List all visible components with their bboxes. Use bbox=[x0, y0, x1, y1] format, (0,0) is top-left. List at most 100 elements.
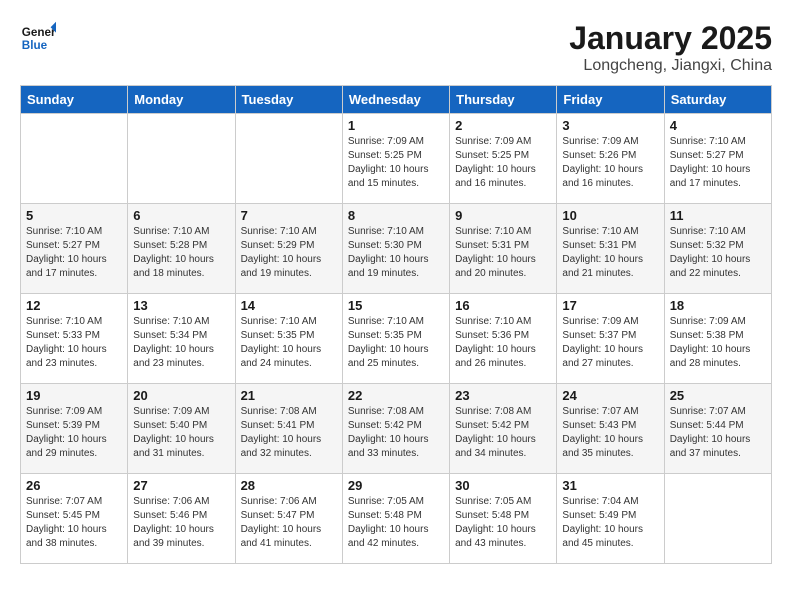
day-number: 20 bbox=[133, 388, 229, 403]
day-number: 27 bbox=[133, 478, 229, 493]
day-info: Sunrise: 7:05 AM Sunset: 5:48 PM Dayligh… bbox=[455, 495, 551, 551]
calendar-week-row: 26Sunrise: 7:07 AM Sunset: 5:45 PM Dayli… bbox=[21, 474, 772, 564]
table-row: 20 Sunrise: 7:09 AM Sunset: 5:40 PM Dayli… bbox=[128, 384, 235, 474]
svg-text:General: General bbox=[22, 26, 56, 39]
calendar-table: Sunday Monday Tuesday Wednesday Thursday… bbox=[20, 85, 772, 564]
day-info: Sunrise: 7:10 AM Sunset: 5:35 PM Dayligh… bbox=[348, 315, 444, 371]
day-info: Sunrise: 7:07 AM Sunset: 5:44 PM Dayligh… bbox=[670, 405, 766, 461]
day-number: 21 bbox=[241, 388, 337, 403]
day-info: Sunrise: 7:10 AM Sunset: 5:31 PM Dayligh… bbox=[562, 225, 658, 281]
day-number: 8 bbox=[348, 208, 444, 223]
title-section: January 2025 Longcheng, Jiangxi, China bbox=[569, 20, 772, 75]
day-info: Sunrise: 7:08 AM Sunset: 5:42 PM Dayligh… bbox=[455, 405, 551, 461]
day-info: Sunrise: 7:09 AM Sunset: 5:40 PM Dayligh… bbox=[133, 405, 229, 461]
calendar-header-row: Sunday Monday Tuesday Wednesday Thursday… bbox=[21, 86, 772, 114]
day-info: Sunrise: 7:10 AM Sunset: 5:33 PM Dayligh… bbox=[26, 315, 122, 371]
day-info: Sunrise: 7:04 AM Sunset: 5:49 PM Dayligh… bbox=[562, 495, 658, 551]
logo: General Blue bbox=[20, 20, 56, 56]
day-info: Sunrise: 7:10 AM Sunset: 5:32 PM Dayligh… bbox=[670, 225, 766, 281]
table-row: 3 Sunrise: 7:09 AM Sunset: 5:26 PM Daylig… bbox=[557, 114, 664, 204]
table-row: 8 Sunrise: 7:10 AM Sunset: 5:30 PM Daylig… bbox=[342, 204, 449, 294]
table-row bbox=[235, 114, 342, 204]
table-row: 27Sunrise: 7:06 AM Sunset: 5:46 PM Dayli… bbox=[128, 474, 235, 564]
day-number: 11 bbox=[670, 208, 766, 223]
table-row: 5 Sunrise: 7:10 AM Sunset: 5:27 PM Daylig… bbox=[21, 204, 128, 294]
day-number: 28 bbox=[241, 478, 337, 493]
day-info: Sunrise: 7:08 AM Sunset: 5:42 PM Dayligh… bbox=[348, 405, 444, 461]
day-number: 19 bbox=[26, 388, 122, 403]
table-row: 1Sunrise: 7:09 AM Sunset: 5:25 PM Daylig… bbox=[342, 114, 449, 204]
table-row: 17Sunrise: 7:09 AM Sunset: 5:37 PM Dayli… bbox=[557, 294, 664, 384]
table-row: 19 Sunrise: 7:09 AM Sunset: 5:39 PM Dayli… bbox=[21, 384, 128, 474]
table-row: 10 Sunrise: 7:10 AM Sunset: 5:31 PM Dayli… bbox=[557, 204, 664, 294]
table-row: 22 Sunrise: 7:08 AM Sunset: 5:42 PM Dayli… bbox=[342, 384, 449, 474]
day-number: 25 bbox=[670, 388, 766, 403]
table-row: 16 Sunrise: 7:10 AM Sunset: 5:36 PM Dayli… bbox=[450, 294, 557, 384]
table-row: 28 Sunrise: 7:06 AM Sunset: 5:47 PM Dayli… bbox=[235, 474, 342, 564]
day-info: Sunrise: 7:10 AM Sunset: 5:36 PM Dayligh… bbox=[455, 315, 551, 371]
col-thursday: Thursday bbox=[450, 86, 557, 114]
table-row: 26Sunrise: 7:07 AM Sunset: 5:45 PM Dayli… bbox=[21, 474, 128, 564]
table-row: 12 Sunrise: 7:10 AM Sunset: 5:33 PM Dayli… bbox=[21, 294, 128, 384]
day-number: 3 bbox=[562, 118, 658, 133]
day-number: 1 bbox=[348, 118, 444, 133]
table-row: 4Sunrise: 7:10 AM Sunset: 5:27 PM Daylig… bbox=[664, 114, 771, 204]
calendar-week-row: 19 Sunrise: 7:09 AM Sunset: 5:39 PM Dayli… bbox=[21, 384, 772, 474]
day-number: 14 bbox=[241, 298, 337, 313]
table-row: 24Sunrise: 7:07 AM Sunset: 5:43 PM Dayli… bbox=[557, 384, 664, 474]
day-info: Sunrise: 7:09 AM Sunset: 5:38 PM Dayligh… bbox=[670, 315, 766, 371]
day-info: Sunrise: 7:10 AM Sunset: 5:27 PM Dayligh… bbox=[26, 225, 122, 281]
table-row: 9Sunrise: 7:10 AM Sunset: 5:31 PM Daylig… bbox=[450, 204, 557, 294]
day-number: 12 bbox=[26, 298, 122, 313]
day-info: Sunrise: 7:10 AM Sunset: 5:28 PM Dayligh… bbox=[133, 225, 229, 281]
day-info: Sunrise: 7:10 AM Sunset: 5:30 PM Dayligh… bbox=[348, 225, 444, 281]
logo-icon: General Blue bbox=[20, 20, 56, 56]
calendar-week-row: 5 Sunrise: 7:10 AM Sunset: 5:27 PM Daylig… bbox=[21, 204, 772, 294]
svg-text:Blue: Blue bbox=[22, 39, 48, 52]
table-row: 31 Sunrise: 7:04 AM Sunset: 5:49 PM Dayli… bbox=[557, 474, 664, 564]
table-row: 14Sunrise: 7:10 AM Sunset: 5:35 PM Dayli… bbox=[235, 294, 342, 384]
table-row bbox=[128, 114, 235, 204]
day-number: 29 bbox=[348, 478, 444, 493]
day-number: 9 bbox=[455, 208, 551, 223]
day-info: Sunrise: 7:08 AM Sunset: 5:41 PM Dayligh… bbox=[241, 405, 337, 461]
table-row: 6 Sunrise: 7:10 AM Sunset: 5:28 PM Daylig… bbox=[128, 204, 235, 294]
day-number: 15 bbox=[348, 298, 444, 313]
table-row: 7Sunrise: 7:10 AM Sunset: 5:29 PM Daylig… bbox=[235, 204, 342, 294]
day-number: 31 bbox=[562, 478, 658, 493]
table-row: 21 Sunrise: 7:08 AM Sunset: 5:41 PM Dayli… bbox=[235, 384, 342, 474]
day-number: 6 bbox=[133, 208, 229, 223]
col-sunday: Sunday bbox=[21, 86, 128, 114]
day-number: 10 bbox=[562, 208, 658, 223]
day-info: Sunrise: 7:07 AM Sunset: 5:43 PM Dayligh… bbox=[562, 405, 658, 461]
day-number: 5 bbox=[26, 208, 122, 223]
day-number: 16 bbox=[455, 298, 551, 313]
day-number: 18 bbox=[670, 298, 766, 313]
table-row: 23Sunrise: 7:08 AM Sunset: 5:42 PM Dayli… bbox=[450, 384, 557, 474]
day-number: 30 bbox=[455, 478, 551, 493]
day-number: 13 bbox=[133, 298, 229, 313]
table-row bbox=[664, 474, 771, 564]
page-header: General Blue January 2025 Longcheng, Jia… bbox=[20, 20, 772, 75]
table-row: 11 Sunrise: 7:10 AM Sunset: 5:32 PM Dayli… bbox=[664, 204, 771, 294]
table-row: 2Sunrise: 7:09 AM Sunset: 5:25 PM Daylig… bbox=[450, 114, 557, 204]
day-number: 26 bbox=[26, 478, 122, 493]
day-info: Sunrise: 7:09 AM Sunset: 5:39 PM Dayligh… bbox=[26, 405, 122, 461]
table-row: 13 Sunrise: 7:10 AM Sunset: 5:34 PM Dayli… bbox=[128, 294, 235, 384]
table-row bbox=[21, 114, 128, 204]
col-friday: Friday bbox=[557, 86, 664, 114]
calendar-subtitle: Longcheng, Jiangxi, China bbox=[569, 57, 772, 75]
col-monday: Monday bbox=[128, 86, 235, 114]
table-row: 15 Sunrise: 7:10 AM Sunset: 5:35 PM Dayli… bbox=[342, 294, 449, 384]
table-row: 29Sunrise: 7:05 AM Sunset: 5:48 PM Dayli… bbox=[342, 474, 449, 564]
calendar-title: January 2025 bbox=[569, 20, 772, 57]
day-info: Sunrise: 7:09 AM Sunset: 5:26 PM Dayligh… bbox=[562, 135, 658, 191]
calendar-week-row: 1Sunrise: 7:09 AM Sunset: 5:25 PM Daylig… bbox=[21, 114, 772, 204]
day-info: Sunrise: 7:10 AM Sunset: 5:34 PM Dayligh… bbox=[133, 315, 229, 371]
day-number: 7 bbox=[241, 208, 337, 223]
day-number: 22 bbox=[348, 388, 444, 403]
day-info: Sunrise: 7:06 AM Sunset: 5:47 PM Dayligh… bbox=[241, 495, 337, 551]
col-saturday: Saturday bbox=[664, 86, 771, 114]
table-row: 30 Sunrise: 7:05 AM Sunset: 5:48 PM Dayli… bbox=[450, 474, 557, 564]
col-tuesday: Tuesday bbox=[235, 86, 342, 114]
